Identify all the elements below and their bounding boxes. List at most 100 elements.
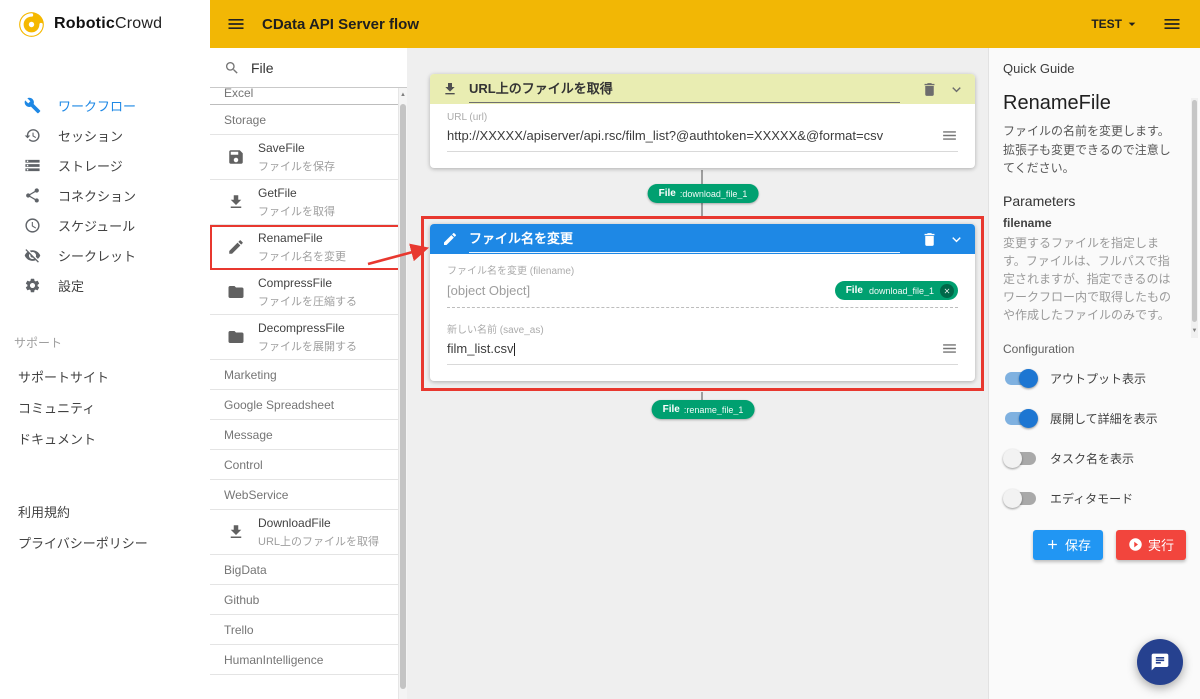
sidebar-item-label: ワークフロー bbox=[58, 96, 136, 115]
node-header[interactable]: URL上のファイルを取得 bbox=[430, 74, 975, 104]
sidebar-item-session[interactable]: セッション bbox=[0, 120, 210, 150]
download-icon bbox=[227, 523, 245, 541]
palette-section-storage[interactable]: Storage bbox=[210, 105, 407, 135]
scrollbar-up-icon[interactable]: ▲ bbox=[399, 90, 407, 100]
env-dropdown[interactable]: TEST bbox=[1091, 16, 1140, 32]
sidebar-item-workflow[interactable]: ワークフロー bbox=[0, 90, 210, 120]
node-title-input[interactable]: ファイル名を変更 bbox=[469, 226, 900, 253]
palette-task-renamefile[interactable]: RenameFileファイル名を変更 bbox=[210, 225, 407, 270]
palette-section-github[interactable]: Github bbox=[210, 585, 407, 615]
palette-scrollbar[interactable]: ▲ bbox=[398, 88, 407, 699]
file-variable-chip[interactable]: File download_file_1 bbox=[835, 281, 958, 300]
sidebar-item-connection[interactable]: コネクション bbox=[0, 180, 210, 210]
toggle-show-task-name[interactable]: タスク名を表示 bbox=[1003, 450, 1186, 467]
task-desc: ファイルを取得 bbox=[258, 203, 335, 219]
toggle-editor-mode[interactable]: エディタモード bbox=[1003, 490, 1186, 507]
guide-scrollbar-thumb[interactable] bbox=[1192, 100, 1197, 322]
palette-task-decompressfile[interactable]: DecompressFileファイルを展開する bbox=[210, 315, 407, 360]
sidebar-link-community[interactable]: コミュニティ bbox=[0, 392, 210, 423]
chat-widget-button[interactable] bbox=[1137, 639, 1183, 685]
palette-task-getfile[interactable]: GetFileファイルを取得 bbox=[210, 180, 407, 225]
output-chip-download-file[interactable]: File :download_file_1 bbox=[648, 184, 759, 203]
quick-guide-panel: Quick Guide RenameFile ファイルの名前を変更します。拡張子… bbox=[988, 48, 1200, 699]
text-cursor bbox=[514, 343, 515, 356]
trash-icon[interactable] bbox=[921, 231, 938, 248]
palette-section-control[interactable]: Control bbox=[210, 450, 407, 480]
quick-guide-header: Quick Guide bbox=[1003, 61, 1186, 76]
overflow-menu-icon[interactable] bbox=[1162, 14, 1182, 34]
search-input[interactable] bbox=[251, 60, 371, 76]
chevron-down-icon bbox=[1124, 16, 1140, 32]
sidebar-item-settings[interactable]: 設定 bbox=[0, 270, 210, 300]
play-circle-icon bbox=[1128, 537, 1143, 552]
download-icon bbox=[227, 193, 245, 211]
palette-search[interactable] bbox=[210, 48, 407, 88]
palette-task-downloadfile[interactable]: DownloadFileURL上のファイルを取得 bbox=[210, 510, 407, 555]
parameter-name: filename bbox=[1003, 216, 1176, 230]
task-name: DownloadFile bbox=[258, 516, 379, 530]
chip-remove-icon[interactable] bbox=[940, 284, 954, 298]
palette-section-humanintelligence[interactable]: HumanIntelligence bbox=[210, 645, 407, 675]
sidebar-item-label: シークレット bbox=[58, 246, 136, 265]
menu-icon[interactable] bbox=[226, 14, 246, 34]
palette-section-google-spreadsheet[interactable]: Google Spreadsheet bbox=[210, 390, 407, 420]
sidebar-item-storage[interactable]: ストレージ bbox=[0, 150, 210, 180]
node-title-input[interactable]: URL上のファイルを取得 bbox=[469, 76, 900, 103]
save-as-field[interactable]: film_list.csv bbox=[447, 336, 958, 365]
toggle-expand-details[interactable]: 展開して詳細を表示 bbox=[1003, 410, 1186, 427]
chevron-down-icon[interactable] bbox=[948, 81, 965, 98]
url-field-value[interactable]: http://XXXXX/apiserver/api.rsc/film_list… bbox=[447, 128, 931, 143]
node-header[interactable]: ファイル名を変更 bbox=[430, 224, 975, 254]
field-menu-icon[interactable] bbox=[941, 340, 958, 357]
sidebar-item-secret[interactable]: シークレット bbox=[0, 240, 210, 270]
field-menu-icon[interactable] bbox=[941, 127, 958, 144]
guide-task-title: RenameFile bbox=[1003, 92, 1176, 115]
brand-name: RoboticCrowd bbox=[54, 15, 162, 33]
toggle-label: エディタモード bbox=[1050, 490, 1133, 507]
toggle-label: アウトプット表示 bbox=[1050, 370, 1146, 387]
scrollbar-down-icon[interactable]: ▼ bbox=[1191, 326, 1198, 336]
download-icon bbox=[442, 81, 458, 97]
task-name: DecompressFile bbox=[258, 321, 357, 335]
brand[interactable]: RoboticCrowd bbox=[0, 0, 210, 48]
task-node-downloadfile[interactable]: URL上のファイルを取得 URL (url) http://XXXXX/apis… bbox=[430, 74, 975, 168]
toggle-switch[interactable] bbox=[1005, 412, 1036, 425]
toggle-output-display[interactable]: アウトプット表示 bbox=[1003, 370, 1186, 387]
task-desc: ファイルを保存 bbox=[258, 158, 335, 174]
palette-section-webservice[interactable]: WebService bbox=[210, 480, 407, 510]
filename-field-value[interactable]: [object Object] bbox=[447, 283, 825, 298]
task-name: CompressFile bbox=[258, 276, 357, 290]
save-button[interactable]: 保存 bbox=[1033, 530, 1103, 560]
sidebar-link-privacy-policy[interactable]: プライバシーポリシー bbox=[0, 527, 210, 558]
filename-field[interactable]: [object Object] File download_file_1 bbox=[447, 277, 958, 308]
sidebar: RoboticCrowd ワークフロー セッション ストレージ コネクション ス… bbox=[0, 0, 210, 699]
palette-task-savefile[interactable]: SaveFileファイルを保存 bbox=[210, 135, 407, 180]
palette-section-message[interactable]: Message bbox=[210, 420, 407, 450]
sidebar-link-document[interactable]: ドキュメント bbox=[0, 423, 210, 454]
toggle-switch[interactable] bbox=[1005, 372, 1036, 385]
palette-section-bigdata[interactable]: BigData bbox=[210, 555, 407, 585]
palette-section-trello[interactable]: Trello bbox=[210, 615, 407, 645]
sidebar-item-schedule[interactable]: スケジュール bbox=[0, 210, 210, 240]
palette-task-compressfile[interactable]: CompressFileファイルを圧縮する bbox=[210, 270, 407, 315]
guide-scrollbar[interactable]: ▼ bbox=[1191, 98, 1198, 338]
url-field[interactable]: http://XXXXX/apiserver/api.rsc/film_list… bbox=[447, 123, 958, 152]
guide-task-description: ファイルの名前を変更します。拡張子も変更できるので注意してください。 bbox=[1003, 122, 1176, 178]
toggle-switch[interactable] bbox=[1005, 452, 1036, 465]
palette-scrollbar-thumb[interactable] bbox=[400, 104, 406, 689]
share-icon bbox=[24, 187, 41, 204]
save-as-field-value[interactable]: film_list.csv bbox=[447, 341, 931, 356]
task-node-renamefile[interactable]: ファイル名を変更 ファイル名を変更 (filename) [object Obj… bbox=[430, 224, 975, 381]
storage-icon bbox=[24, 157, 41, 174]
flow-canvas[interactable]: URL上のファイルを取得 URL (url) http://XXXXX/apis… bbox=[407, 48, 988, 699]
toggle-switch[interactable] bbox=[1005, 492, 1036, 505]
sidebar-link-support-site[interactable]: サポートサイト bbox=[0, 361, 210, 392]
sidebar-link-terms[interactable]: 利用規約 bbox=[0, 496, 210, 527]
palette-section-marketing[interactable]: Marketing bbox=[210, 360, 407, 390]
guide-scroll-area[interactable]: RenameFile ファイルの名前を変更します。拡張子も変更できるので注意して… bbox=[1003, 92, 1186, 324]
trash-icon[interactable] bbox=[921, 81, 938, 98]
palette-section-excel[interactable]: Excel bbox=[210, 88, 407, 105]
output-chip-rename-file[interactable]: File :rename_file_1 bbox=[652, 400, 755, 419]
run-button[interactable]: 実行 bbox=[1116, 530, 1186, 560]
chevron-down-icon[interactable] bbox=[948, 231, 965, 248]
